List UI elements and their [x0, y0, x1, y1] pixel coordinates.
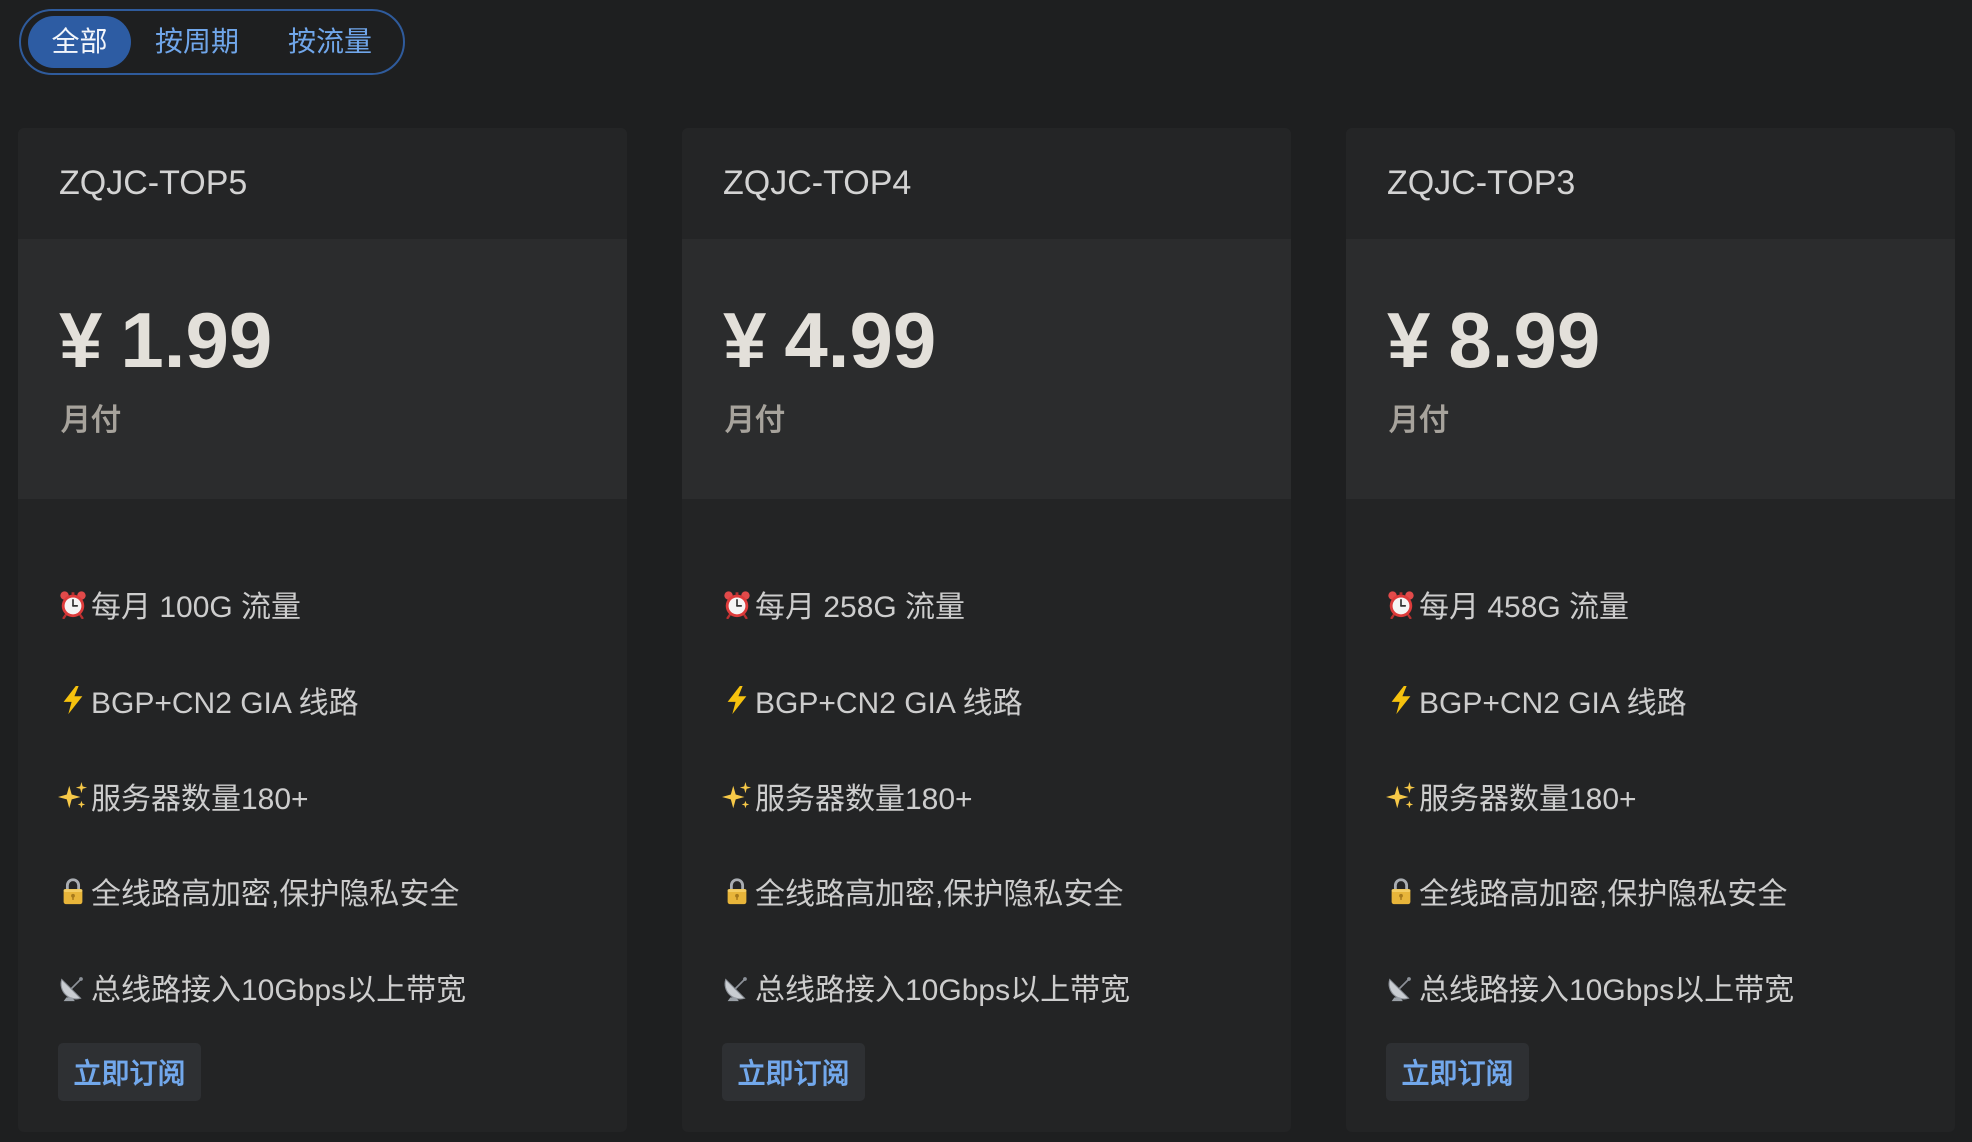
- subscribe-button[interactable]: 立即订阅: [1386, 1043, 1529, 1101]
- feature-item: 全线路高加密,保护隐私安全: [1386, 871, 1794, 911]
- feature-text: 总线路接入10Gbps以上带宽: [1419, 974, 1795, 1007]
- plan-title: ZQJC-TOP3: [1387, 164, 1576, 202]
- feature-item: 总线路接入10Gbps以上带宽: [1386, 967, 1794, 1007]
- feature-text: BGP+CN2 GIA 线路: [91, 686, 359, 720]
- feature-item: 服务器数量180+: [58, 776, 466, 816]
- lightning-icon: [1386, 685, 1416, 715]
- plan-card: ZQJC-TOP3 ¥8.99 月付 每月 458G 流量 BGP+CN2 GI…: [1346, 128, 1955, 1132]
- feature-item: BGP+CN2 GIA 线路: [722, 680, 1130, 720]
- lock-icon: [1386, 876, 1416, 906]
- lightning-icon-svg: [722, 685, 752, 715]
- sparkles-icon-svg: [722, 781, 752, 811]
- lightning-icon: [722, 685, 752, 715]
- alarm-clock-icon: [1386, 589, 1416, 619]
- feature-item: BGP+CN2 GIA 线路: [58, 680, 466, 720]
- alarm-clock-icon: [722, 589, 752, 619]
- sparkles-icon: [1386, 781, 1416, 811]
- billing-period: 月付: [61, 404, 121, 437]
- feature-text: 每月 100G 流量: [91, 591, 302, 624]
- plan-title: ZQJC-TOP5: [59, 164, 248, 202]
- feature-text: 服务器数量180+: [1419, 782, 1637, 816]
- feature-text: 服务器数量180+: [91, 782, 309, 816]
- feature-text: 全线路高加密,保护隐私安全: [1419, 878, 1788, 912]
- feature-item: BGP+CN2 GIA 线路: [1386, 680, 1794, 720]
- lock-icon: [722, 876, 752, 906]
- satellite-antenna-icon: [1386, 972, 1416, 1002]
- price-amount: 1.99: [120, 296, 273, 384]
- tab-by-period[interactable]: 按周期: [145, 16, 249, 68]
- tab-all[interactable]: 全部: [28, 16, 131, 68]
- feature-text: 总线路接入10Gbps以上带宽: [91, 974, 467, 1007]
- satellite-antenna-icon-svg: [1386, 972, 1416, 1002]
- satellite-antenna-icon: [58, 972, 88, 1002]
- feature-text: 总线路接入10Gbps以上带宽: [755, 974, 1131, 1007]
- plan-title: ZQJC-TOP4: [723, 164, 912, 202]
- filter-tab-group: 全部 按周期 按流量: [19, 9, 405, 75]
- plan-card-header: ZQJC-TOP3: [1346, 128, 1955, 239]
- feature-item: 总线路接入10Gbps以上带宽: [722, 967, 1130, 1007]
- plan-price: ¥8.99: [1387, 295, 1600, 385]
- plan-price: ¥1.99: [59, 295, 272, 385]
- feature-item: 总线路接入10Gbps以上带宽: [58, 967, 466, 1007]
- lightning-icon-svg: [58, 685, 88, 715]
- lock-icon-svg: [58, 876, 88, 906]
- price-amount: 4.99: [784, 296, 937, 384]
- feature-item: 每月 100G 流量: [58, 584, 466, 624]
- feature-item: 每月 258G 流量: [722, 584, 1130, 624]
- feature-text: 每月 258G 流量: [755, 591, 966, 624]
- plan-card: ZQJC-TOP4 ¥4.99 月付 每月 258G 流量 BGP+CN2 GI…: [682, 128, 1291, 1132]
- feature-item: 每月 458G 流量: [1386, 584, 1794, 624]
- feature-text: 每月 458G 流量: [1419, 591, 1630, 624]
- sparkles-icon-svg: [1386, 781, 1416, 811]
- feature-item: 服务器数量180+: [1386, 776, 1794, 816]
- feature-text: 服务器数量180+: [755, 782, 973, 816]
- sparkles-icon-svg: [58, 781, 88, 811]
- lock-icon-svg: [1386, 876, 1416, 906]
- satellite-antenna-icon-svg: [58, 972, 88, 1002]
- subscribe-button[interactable]: 立即订阅: [722, 1043, 865, 1101]
- currency-symbol: ¥: [1387, 296, 1431, 384]
- feature-list: 每月 100G 流量 BGP+CN2 GIA 线路 服务器数量180+ 全线路高…: [58, 584, 466, 1007]
- alarm-clock-icon: [58, 589, 88, 619]
- feature-text: BGP+CN2 GIA 线路: [1419, 686, 1687, 720]
- satellite-antenna-icon-svg: [722, 972, 752, 1002]
- feature-item: 全线路高加密,保护隐私安全: [58, 871, 466, 911]
- sparkles-icon: [58, 781, 88, 811]
- feature-item: 全线路高加密,保护隐私安全: [722, 871, 1130, 911]
- plan-price: ¥4.99: [723, 295, 936, 385]
- sparkles-icon: [722, 781, 752, 811]
- feature-list: 每月 458G 流量 BGP+CN2 GIA 线路 服务器数量180+ 全线路高…: [1386, 584, 1794, 1007]
- alarm-clock-icon-svg: [58, 589, 88, 619]
- lightning-icon-svg: [1386, 685, 1416, 715]
- lock-icon-svg: [722, 876, 752, 906]
- plan-card-header: ZQJC-TOP5: [18, 128, 627, 239]
- plan-card: ZQJC-TOP5 ¥1.99 月付 每月 100G 流量 BGP+CN2 GI…: [18, 128, 627, 1132]
- alarm-clock-icon-svg: [1386, 589, 1416, 619]
- price-amount: 8.99: [1448, 296, 1601, 384]
- lightning-icon: [58, 685, 88, 715]
- currency-symbol: ¥: [59, 296, 103, 384]
- satellite-antenna-icon: [722, 972, 752, 1002]
- currency-symbol: ¥: [723, 296, 767, 384]
- feature-text: 全线路高加密,保护隐私安全: [755, 878, 1124, 912]
- feature-text: 全线路高加密,保护隐私安全: [91, 878, 460, 912]
- tab-by-traffic[interactable]: 按流量: [278, 16, 382, 68]
- billing-period: 月付: [725, 404, 785, 437]
- feature-list: 每月 258G 流量 BGP+CN2 GIA 线路 服务器数量180+ 全线路高…: [722, 584, 1130, 1007]
- feature-item: 服务器数量180+: [722, 776, 1130, 816]
- feature-text: BGP+CN2 GIA 线路: [755, 686, 1023, 720]
- subscribe-button[interactable]: 立即订阅: [58, 1043, 201, 1101]
- price-section: ¥8.99 月付: [1346, 239, 1955, 499]
- billing-period: 月付: [1389, 404, 1449, 437]
- price-section: ¥4.99 月付: [682, 239, 1291, 499]
- price-section: ¥1.99 月付: [18, 239, 627, 499]
- lock-icon: [58, 876, 88, 906]
- plan-card-header: ZQJC-TOP4: [682, 128, 1291, 239]
- alarm-clock-icon-svg: [722, 589, 752, 619]
